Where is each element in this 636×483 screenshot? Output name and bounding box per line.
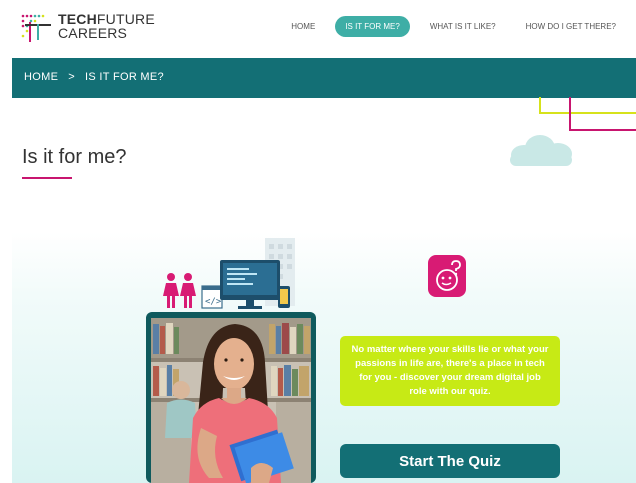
student-photo (151, 318, 311, 483)
main-nav: HOME IS IT FOR ME? WHAT IS IT LIKE? HOW … (281, 14, 626, 38)
phone-icon (278, 286, 290, 308)
nav-how-do-i-get-there[interactable]: HOW DO I GET THERE? (516, 16, 626, 37)
nav-what-is-it-like[interactable]: WHAT IS IT LIKE? (420, 16, 506, 37)
nav-home[interactable]: HOME (281, 16, 325, 37)
svg-text:</>: </> (205, 297, 222, 307)
title-underline (22, 177, 72, 179)
page-title: Is it for me? (22, 146, 127, 168)
quiz-message: No matter where your skills lie or what … (340, 336, 560, 406)
women-icon (163, 273, 196, 308)
logo[interactable]: TECHFUTURE CAREERS (20, 8, 160, 48)
quiz-message-text: No matter where your skills lie or what … (351, 344, 549, 397)
breadcrumb-bar: HOME > IS IT FOR ME? (12, 58, 636, 98)
tech-illustration: </> (163, 238, 295, 309)
site-header: TECHFUTURE CAREERS HOME IS IT FOR ME? WH… (0, 0, 636, 55)
cloud-icon (510, 135, 572, 166)
logo-line2: CAREERS (58, 25, 128, 41)
logo-grid-icon (21, 14, 51, 42)
nav-is-it-for-me[interactable]: IS IT FOR ME? (335, 15, 410, 37)
breadcrumb[interactable]: HOME > IS IT FOR ME? (24, 71, 164, 83)
quiz-face-icon (428, 255, 466, 297)
decorative-lines (539, 97, 636, 131)
code-window-icon: </> (201, 285, 223, 309)
start-quiz-button[interactable]: Start The Quiz (340, 444, 560, 478)
